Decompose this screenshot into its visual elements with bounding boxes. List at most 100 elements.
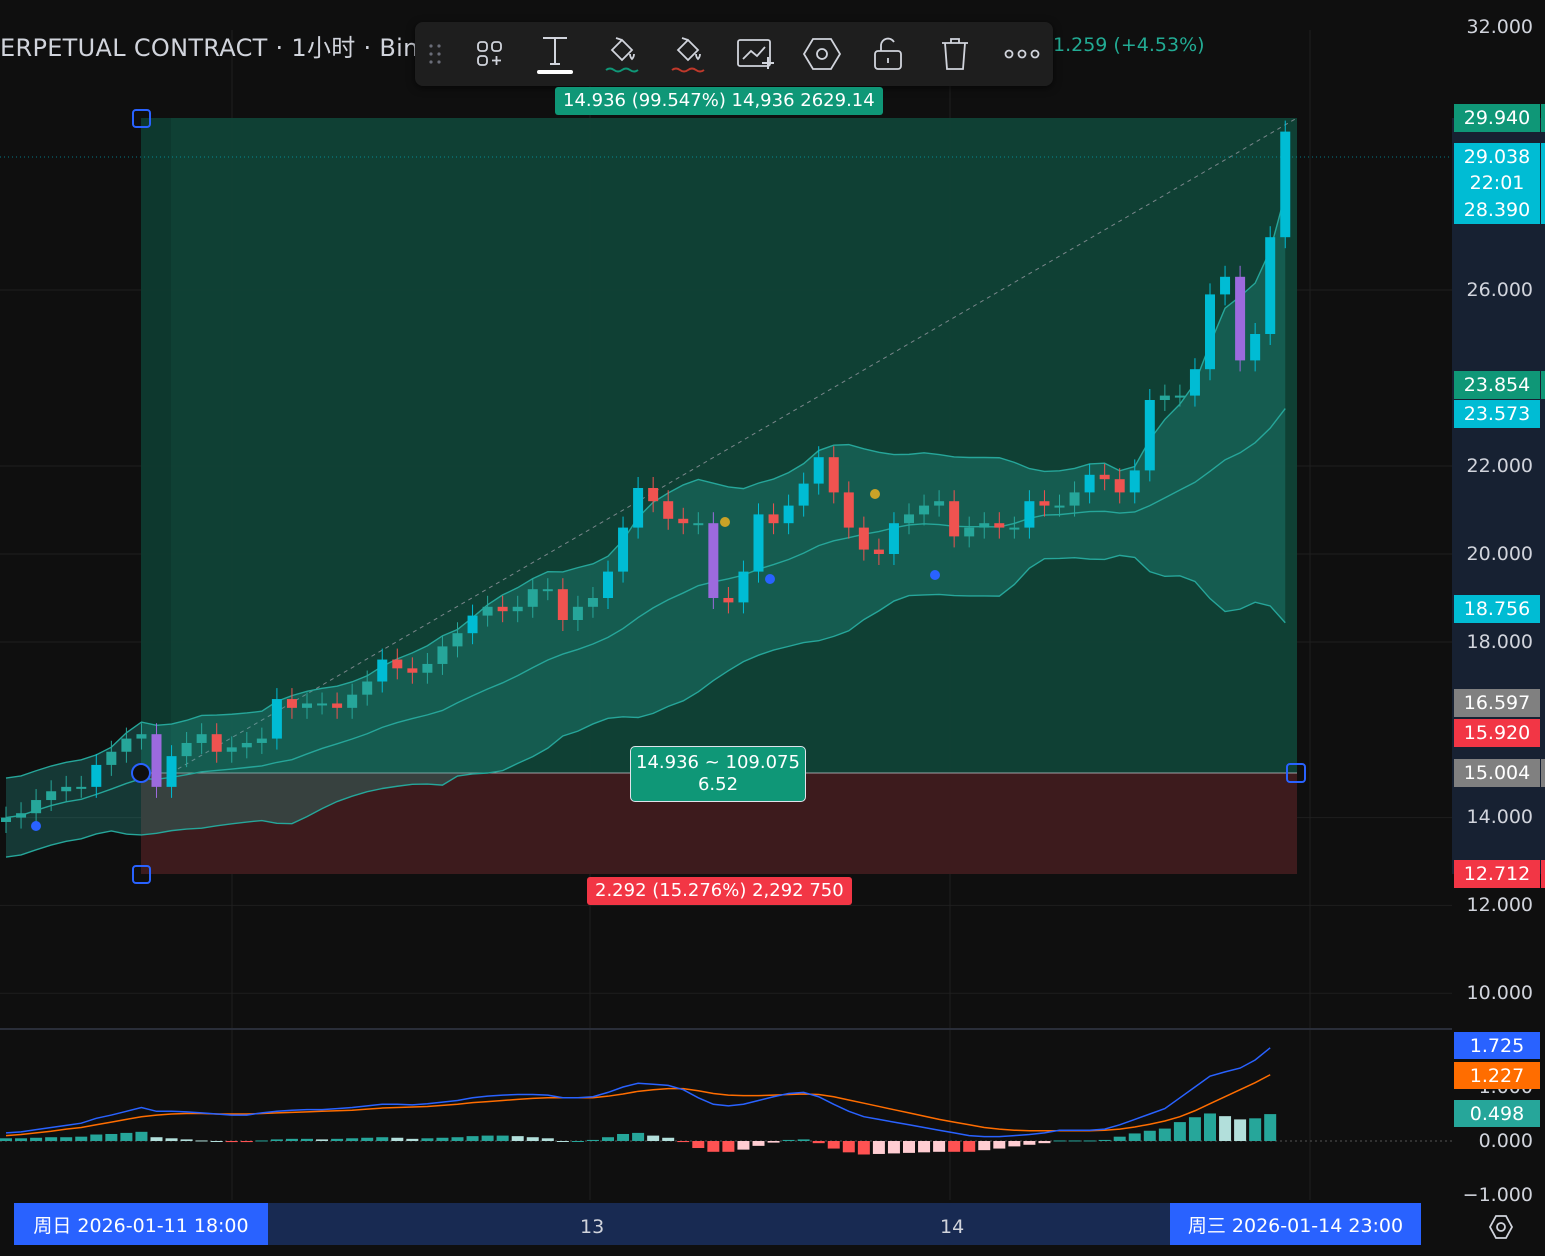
price-tag-edge <box>1541 759 1545 787</box>
histogram-bar <box>737 1141 750 1150</box>
time-tag-start: 周日 2026-01-11 18:00 <box>14 1203 268 1245</box>
time-tick: 13 <box>580 1216 605 1238</box>
candle-body <box>1099 474 1110 480</box>
candle-body <box>151 734 162 787</box>
candle-body <box>678 518 689 524</box>
text-icon[interactable] <box>530 30 580 78</box>
histogram-bar <box>225 1141 238 1143</box>
histogram-bar <box>948 1141 961 1152</box>
histogram-bar <box>90 1134 103 1141</box>
histogram-bar <box>120 1132 133 1141</box>
candle-body <box>437 646 448 664</box>
price-tag-band-upper: 23.854 <box>1454 371 1540 399</box>
price-tag-countdown: 22:01 <box>1454 170 1540 196</box>
candle-body <box>1114 479 1125 493</box>
price-tick: 22.000 <box>1466 455 1533 477</box>
candle-body <box>467 615 478 634</box>
histogram-bar <box>586 1139 599 1141</box>
histogram-bar <box>632 1132 645 1141</box>
candle-body <box>964 527 975 537</box>
settings-hexagon-icon[interactable] <box>797 30 847 78</box>
histogram-bar <box>993 1141 1006 1149</box>
candle-body <box>392 659 403 669</box>
candle-body <box>46 791 57 801</box>
histogram-bar <box>0 1138 12 1141</box>
stop-fill-color-icon[interactable] <box>663 30 713 78</box>
histogram-bar <box>933 1141 946 1152</box>
time-tag-end: 周三 2026-01-14 23:00 <box>1170 1203 1421 1245</box>
candle-body <box>256 738 267 743</box>
histogram-bar <box>978 1141 991 1151</box>
add-alert-icon[interactable] <box>730 30 780 78</box>
histogram-tag: 0.498 <box>1454 1100 1540 1127</box>
candle-body <box>1054 505 1065 508</box>
candle-body <box>1024 501 1035 528</box>
histogram-bar <box>466 1136 479 1141</box>
marker-dot <box>870 489 880 499</box>
candle-body <box>211 734 222 752</box>
histogram-bar <box>331 1138 344 1141</box>
histogram-bar <box>270 1139 283 1141</box>
histogram-bar <box>165 1138 178 1141</box>
histogram-bar <box>963 1141 976 1152</box>
candle-body <box>648 488 659 502</box>
histogram-bar <box>918 1141 931 1153</box>
more-icon[interactable] <box>997 30 1047 78</box>
histogram-bar <box>571 1141 584 1142</box>
candle-body <box>61 786 72 792</box>
candle-body <box>1 817 11 822</box>
main-price-chart[interactable] <box>0 0 1452 1202</box>
time-range-highlight <box>141 1203 1297 1245</box>
price-tag-edge <box>1541 371 1545 399</box>
histogram-bar <box>1219 1116 1232 1141</box>
histogram-bar <box>541 1138 554 1141</box>
templates-icon[interactable] <box>465 30 515 78</box>
gear-icon[interactable] <box>1488 1214 1514 1244</box>
candle-body <box>136 734 147 739</box>
macd-tick: 0.000 <box>1478 1130 1533 1152</box>
histogram-bar <box>481 1135 494 1141</box>
histogram-bar <box>421 1138 434 1141</box>
histogram-bar <box>15 1138 28 1141</box>
histogram-bar <box>1053 1140 1066 1142</box>
histogram-bar <box>496 1135 509 1141</box>
price-tag-edge <box>1541 860 1545 888</box>
histogram-bar <box>391 1137 404 1141</box>
candle-body <box>166 756 177 787</box>
price-tick: 14.000 <box>1466 806 1533 828</box>
histogram-bar <box>1068 1140 1081 1142</box>
candle-body <box>1174 395 1185 398</box>
histogram-bar <box>1113 1136 1126 1141</box>
histogram-bar <box>316 1139 329 1141</box>
unlock-icon[interactable] <box>863 30 913 78</box>
symbol-title[interactable]: ERPETUAL CONTRACT · 1小时 · Bin <box>0 28 419 63</box>
candle-body <box>798 483 809 506</box>
fill-color-icon[interactable] <box>597 30 647 78</box>
candle-body <box>633 488 644 528</box>
marker-dot <box>31 821 41 831</box>
candle-body <box>693 523 704 526</box>
risk-reward-label: 14.936 ~ 109.075 6.52 <box>630 746 806 802</box>
histogram-bar <box>662 1137 675 1141</box>
price-tag-current: 29.038 <box>1454 143 1540 170</box>
candle-body <box>663 501 674 519</box>
macd-tag: 1.725 <box>1454 1032 1540 1059</box>
candle-body <box>557 589 568 620</box>
marker-dot <box>765 574 775 584</box>
candle-body <box>783 505 794 524</box>
candle-body <box>106 751 117 765</box>
candle-body <box>482 606 493 616</box>
delete-icon[interactable] <box>930 30 980 78</box>
handle-entry-left[interactable] <box>131 763 151 783</box>
histogram-bar <box>75 1136 88 1141</box>
candle-body <box>91 764 102 787</box>
candle-body <box>828 457 839 493</box>
drag-handle-icon[interactable] <box>415 30 455 78</box>
candle-body <box>1220 276 1231 295</box>
candle-body <box>768 514 779 524</box>
candle-body <box>949 501 960 537</box>
histogram-bar <box>617 1133 630 1141</box>
histogram-bar <box>1234 1119 1247 1141</box>
histogram-bar <box>1188 1117 1201 1141</box>
candle-body <box>979 523 990 528</box>
